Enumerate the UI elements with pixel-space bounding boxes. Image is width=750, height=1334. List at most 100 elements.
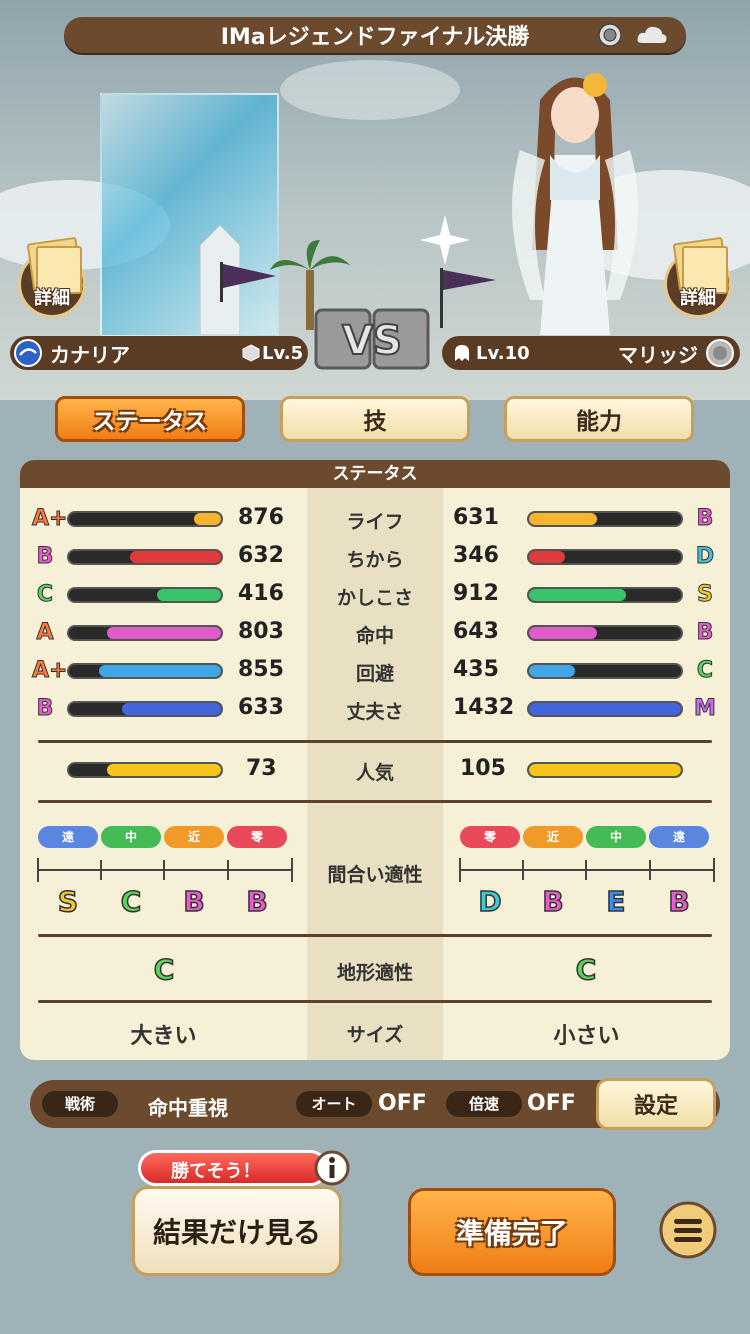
divider bbox=[38, 934, 712, 937]
terrain-aptitude-label: 地形適性 bbox=[336, 962, 413, 984]
left-unit-bar: カナリア Lv.5 bbox=[10, 336, 308, 370]
bar-fill bbox=[107, 764, 221, 776]
settings-button[interactable]: 設定 bbox=[596, 1078, 716, 1130]
target-circle-icon[interactable] bbox=[598, 23, 622, 47]
stat-row: A+ 855 回避 435 C bbox=[20, 652, 730, 690]
stat-name: ちから bbox=[346, 549, 404, 571]
prediction-text: 勝てそう！ bbox=[171, 1161, 261, 1182]
range-pill: 遠 bbox=[38, 826, 98, 848]
stat-row: A+ 876 ライフ 631 B bbox=[20, 500, 730, 538]
right-unit-name: マリッジ bbox=[618, 342, 698, 367]
divider bbox=[38, 1000, 712, 1003]
bar-fill bbox=[529, 627, 598, 639]
left-stat-value: 632 bbox=[238, 543, 284, 568]
bar-fill bbox=[99, 665, 221, 677]
sparkle-icon bbox=[420, 215, 470, 265]
range-grade: B bbox=[542, 885, 565, 919]
right-stat-rank: D bbox=[695, 544, 715, 570]
left-unit-level: Lv.5 bbox=[262, 342, 304, 364]
range-pill: 中 bbox=[101, 826, 161, 848]
auto-toggle[interactable]: OFF bbox=[378, 1091, 427, 1116]
range-pill: 近 bbox=[164, 826, 224, 848]
left-stat-value: 633 bbox=[238, 695, 284, 720]
left-popularity-value: 73 bbox=[246, 756, 277, 781]
right-stat-value: 912 bbox=[453, 581, 499, 606]
view-result-button[interactable]: 結果だけ見る bbox=[132, 1186, 342, 1276]
tactics-label: 戦術 bbox=[42, 1091, 118, 1117]
menu-icon[interactable] bbox=[658, 1200, 718, 1260]
vs-emblem: VS bbox=[314, 308, 430, 370]
bar-fill bbox=[107, 627, 221, 639]
tactics-value[interactable]: 命中重視 bbox=[148, 1092, 228, 1121]
range-pill: 零 bbox=[460, 826, 520, 848]
stat-row-popularity: 73 人気 105 bbox=[20, 752, 730, 790]
right-stat-rank: B bbox=[696, 620, 714, 646]
stat-name: 回避 bbox=[355, 663, 394, 685]
divider bbox=[38, 800, 712, 803]
metal-element-icon bbox=[706, 339, 734, 367]
bar-fill bbox=[193, 513, 221, 525]
left-stat-bar bbox=[67, 549, 223, 565]
right-popularity-value: 105 bbox=[460, 756, 506, 781]
left-stat-bar bbox=[67, 625, 223, 641]
stat-name: ライフ bbox=[346, 511, 404, 533]
left-stat-bar bbox=[67, 511, 223, 527]
left-stat-value: 803 bbox=[238, 619, 284, 644]
left-stat-value: 416 bbox=[238, 581, 284, 606]
stat-name: 丈夫さ bbox=[346, 701, 404, 723]
water-element-icon bbox=[14, 339, 42, 367]
left-stat-rank: A+ bbox=[32, 506, 68, 532]
bar-fill bbox=[529, 764, 681, 776]
bar-fill bbox=[157, 589, 221, 601]
stat-row: C 416 かしこさ 912 S bbox=[20, 576, 730, 614]
left-stat-value: 876 bbox=[238, 505, 284, 530]
range-pill: 中 bbox=[586, 826, 646, 848]
right-stat-value: 1432 bbox=[453, 695, 515, 720]
tab-skills[interactable]: 技 bbox=[280, 396, 470, 442]
right-stat-rank: S bbox=[697, 582, 714, 608]
range-aptitude-label: 間合い適性 bbox=[327, 864, 423, 886]
left-stat-rank: A bbox=[36, 620, 54, 646]
left-stat-bar bbox=[67, 587, 223, 603]
left-stat-value: 855 bbox=[238, 657, 284, 682]
bar-fill bbox=[529, 551, 566, 563]
detail-label: 詳細 bbox=[34, 288, 70, 309]
range-grade: D bbox=[478, 885, 503, 919]
range-grade: S bbox=[57, 885, 79, 919]
banner-flag bbox=[440, 268, 496, 328]
left-detail-button[interactable]: 詳細 bbox=[16, 236, 88, 318]
right-stat-bar bbox=[527, 701, 683, 717]
left-terrain-grade: C bbox=[153, 953, 175, 987]
stat-name: かしこさ bbox=[336, 587, 413, 609]
range-pill: 零 bbox=[227, 826, 287, 848]
right-stat-value: 346 bbox=[453, 543, 499, 568]
range-grade: C bbox=[120, 885, 142, 919]
range-scale-left bbox=[37, 858, 293, 882]
cube-icon bbox=[242, 344, 260, 362]
right-terrain-grade: C bbox=[575, 953, 597, 987]
right-unit-bar: Lv.10 マリッジ bbox=[442, 336, 740, 370]
cloud-decoration bbox=[280, 60, 460, 120]
left-popularity-bar bbox=[67, 762, 223, 778]
right-stat-bar bbox=[527, 625, 683, 641]
right-detail-button[interactable]: 詳細 bbox=[662, 236, 734, 318]
left-size-value: 大きい bbox=[130, 1024, 197, 1049]
ready-button[interactable]: 準備完了 bbox=[408, 1188, 616, 1276]
range-pill: 近 bbox=[523, 826, 583, 848]
left-stat-rank: C bbox=[36, 582, 54, 608]
speed-toggle[interactable]: OFF bbox=[527, 1091, 576, 1116]
tab-status[interactable]: ステータス bbox=[55, 396, 245, 442]
cloud-icon bbox=[637, 26, 667, 43]
left-stat-bar bbox=[67, 663, 223, 679]
bar-fill bbox=[529, 589, 627, 601]
right-size-value: 小さい bbox=[553, 1024, 620, 1049]
range-grade: B bbox=[246, 885, 269, 919]
right-stat-rank: M bbox=[694, 696, 717, 722]
right-stat-bar bbox=[527, 587, 683, 603]
info-icon[interactable] bbox=[314, 1150, 350, 1186]
banner-flag bbox=[220, 262, 276, 302]
right-stat-value: 643 bbox=[453, 619, 499, 644]
panel-title: ステータス bbox=[20, 460, 730, 488]
tab-abilities[interactable]: 能力 bbox=[504, 396, 694, 442]
bar-fill bbox=[529, 665, 575, 677]
